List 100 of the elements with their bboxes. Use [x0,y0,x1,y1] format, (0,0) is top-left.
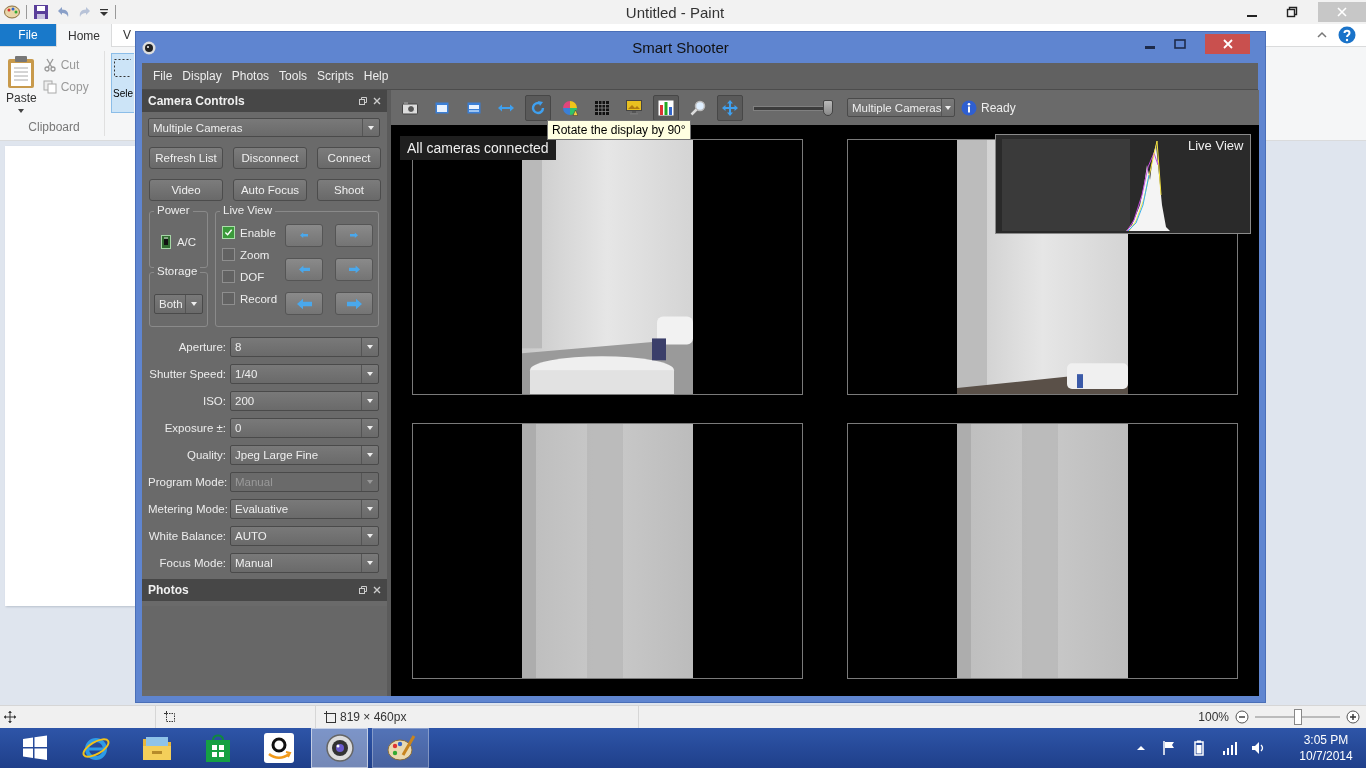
menu-item[interactable]: Scripts [312,69,359,83]
caret-icon [366,478,374,486]
caret-icon [366,397,374,405]
palette-icon[interactable] [4,4,20,20]
close-panel-icon[interactable] [373,97,381,105]
focus-left-button[interactable] [285,258,324,281]
checkbox[interactable]: Enable [222,224,278,241]
caret-icon [366,424,374,432]
selection-icon [113,58,131,78]
cut-button[interactable]: Cut [42,55,89,75]
ribbon-tab[interactable]: File [0,24,56,46]
focus-right-button[interactable] [335,258,374,281]
copy-icon [42,80,57,94]
caret-icon [366,559,374,567]
zoom-slider[interactable] [1255,709,1340,725]
save-icon[interactable] [33,4,49,20]
help-icon[interactable] [1338,26,1356,44]
shopping-bag-icon [203,733,232,763]
zoom-slider[interactable] [753,99,833,116]
action-button[interactable]: Connect [317,147,381,169]
signal-icon[interactable] [1221,740,1237,756]
caret-icon [190,299,198,308]
checkbox[interactable]: Record [222,290,278,307]
action-button[interactable]: Video [149,179,223,201]
setting-dropdown[interactable]: Manual [230,553,379,573]
focus-right-button[interactable] [335,292,374,315]
setting-dropdown[interactable]: 0 [230,418,379,438]
folder-icon [140,734,173,762]
storage-dropdown[interactable]: Both [154,293,203,314]
action-button[interactable]: Refresh List [149,147,223,169]
checkbox[interactable]: DOF [222,268,278,285]
camera-dropdown[interactable]: Multiple Cameras [847,98,955,117]
group-title: Storage [154,265,201,277]
setting-label: Focus Mode: [158,557,226,569]
window-icon [435,101,449,114]
arrow-left-icon [300,232,309,239]
setting-label: Exposure ±: [163,422,226,434]
battery-icon[interactable] [1191,740,1207,756]
status-text: Ready [981,100,1016,115]
camera-view[interactable] [847,423,1238,679]
flag-icon[interactable] [1161,740,1177,756]
zoom-out-button[interactable] [1235,710,1249,724]
zoom-in-button[interactable] [1346,710,1360,724]
arrow-right-icon [350,232,359,239]
copy-button[interactable]: Copy [42,77,89,97]
clipboard-icon [7,55,36,89]
close-button[interactable] [1205,33,1250,54]
setting-label: White Balance: [148,530,226,542]
clock-date[interactable]: 10/7/2014 [1299,748,1353,764]
caret-icon [17,107,26,115]
setting-dropdown[interactable]: 1/40 [230,364,379,384]
setting-dropdown[interactable]: Jpeg Large Fine [230,445,379,465]
zoom-level: 100% [1198,710,1229,724]
camera-dropdown[interactable]: Multiple Cameras [148,118,380,137]
camera-view[interactable] [412,423,803,679]
tooltip: Rotate the display by 90° [547,120,691,140]
checkbox[interactable]: Zoom [222,246,278,263]
caret-icon [367,123,375,132]
selection-size-icon [164,711,176,723]
toolbar-button[interactable] [653,94,679,121]
lens-icon[interactable] [142,40,156,55]
select-button[interactable]: Sele [111,53,134,113]
panel-title: Photos [148,583,189,597]
menu-item[interactable]: Help [358,69,394,83]
float-panel-icon[interactable] [359,97,367,105]
arrow-left-icon [296,297,312,310]
setting-dropdown[interactable]: 8 [230,337,379,357]
action-button[interactable]: Shoot [317,179,381,201]
setting-dropdown[interactable]: 200 [230,391,379,411]
menu-item[interactable]: File [148,69,178,83]
arrow-right-icon [348,265,360,274]
clock-time[interactable]: 3:05 PM [1303,732,1349,748]
camera-icon [402,100,418,115]
close-icon [1221,37,1234,50]
move-icon [722,99,738,116]
menu-item[interactable]: Tools [274,69,313,83]
menu-item[interactable]: Display [177,69,227,83]
action-button[interactable]: Disconnect [233,147,307,169]
taskbar-button[interactable] [311,728,368,768]
close-panel-icon[interactable] [373,586,381,594]
window-title: Untitled - Paint [624,3,726,21]
caret-icon [366,451,374,459]
plus-icon [1346,710,1360,724]
image-size: 819 × 460px [340,710,407,724]
ribbon-tab[interactable]: Home [56,24,112,47]
grid-icon [595,100,609,115]
menu-item[interactable]: Photos [226,69,275,83]
focus-left-button[interactable] [285,292,324,315]
group-title: Power [154,204,193,216]
action-button[interactable]: Auto Focus [233,179,307,201]
cursor-position-icon [4,711,16,723]
image-size-icon [324,711,336,723]
setting-label: Metering Mode: [148,503,226,515]
setting-dropdown[interactable]: AUTO [230,526,379,546]
customize-caret-icon[interactable] [99,7,109,17]
setting-dropdown[interactable]: Evaluative [230,499,379,519]
float-panel-icon[interactable] [359,586,367,594]
paste-button[interactable]: Paste [6,51,37,120]
setting-label: ISO: [202,395,226,407]
window-title: Smart Shooter [631,39,730,56]
